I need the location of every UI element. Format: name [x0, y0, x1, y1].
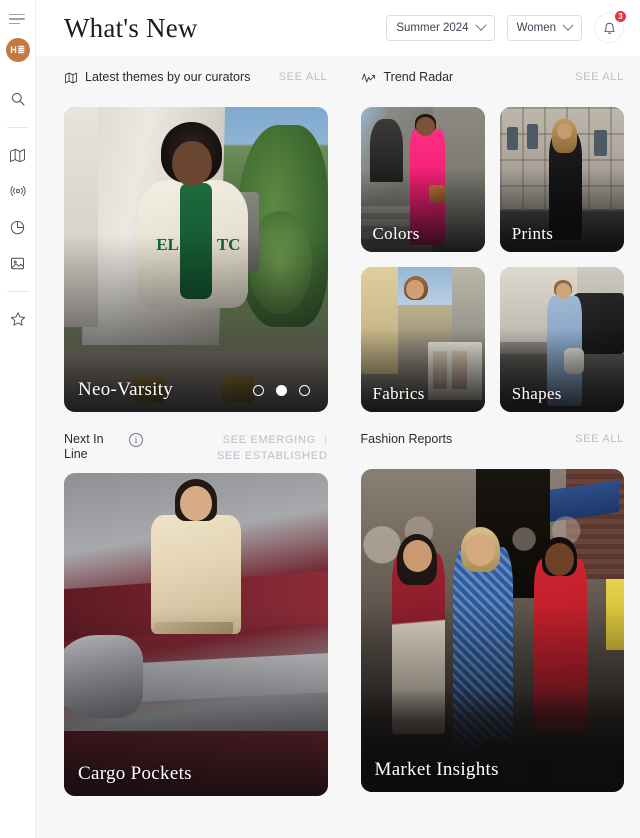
top-grid: Latest themes by our curators SEE ALL Ne… — [64, 70, 624, 412]
carousel-dots — [252, 385, 310, 396]
sidebar: H ≣ — [0, 0, 36, 838]
sidebar-item-favorites[interactable] — [3, 304, 33, 334]
link-divider: | — [323, 434, 328, 446]
chevron-down-icon — [562, 19, 574, 31]
next-in-line-card[interactable]: Cargo Pockets — [64, 473, 328, 796]
section-title: Fashion Reports — [360, 432, 453, 446]
pie-chart-icon — [9, 219, 26, 236]
trend-card-fabrics[interactable]: Fabrics — [360, 267, 485, 412]
season-select[interactable]: Summer 2024 — [386, 15, 495, 41]
sidebar-item-search[interactable] — [3, 84, 33, 114]
bottom-grid: Next In Line i SEE EMERGING | SEE ESTABL… — [64, 432, 624, 796]
trend-card-prints[interactable]: Prints — [499, 107, 624, 252]
main-area: What's New Summer 2024 Women 3 Latest th… — [36, 0, 640, 838]
fashion-reports-caption: Market Insights — [374, 759, 499, 780]
trend-card-caption: Colors — [372, 224, 420, 243]
trend-radar-grid: Colors Prints Fabrics Shapes — [360, 107, 624, 412]
next-in-line-header: Next In Line i SEE EMERGING | SEE ESTABL… — [64, 432, 328, 464]
trend-card-shapes[interactable]: Shapes — [499, 267, 624, 412]
map-icon — [64, 71, 78, 85]
image-icon — [9, 255, 26, 272]
section-fashion-reports: Fashion Reports SEE ALL Market Insights — [360, 432, 625, 796]
search-icon — [10, 91, 26, 107]
carousel-dot-3[interactable] — [298, 385, 310, 396]
chevron-down-icon — [474, 19, 487, 31]
next-in-line-caption: Cargo Pockets — [78, 763, 192, 784]
fashion-reports-card[interactable]: Market Insights — [360, 469, 624, 792]
avatar-initials: H — [10, 45, 17, 55]
sidebar-item-map[interactable] — [3, 140, 33, 170]
trend-card-colors[interactable]: Colors — [360, 107, 485, 252]
see-emerging-link[interactable]: SEE EMERGING — [223, 432, 316, 448]
sidebar-divider-bottom — [6, 291, 29, 292]
notification-badge: 3 — [614, 10, 627, 23]
trend-card-caption: Prints — [511, 224, 554, 243]
hamburger-menu-icon[interactable] — [8, 10, 27, 28]
section-next-in-line: Next In Line i SEE EMERGING | SEE ESTABL… — [64, 432, 328, 796]
section-title: Trend Radar — [383, 70, 454, 84]
trend-radar-header: Trend Radar SEE ALL — [361, 70, 625, 98]
carousel-dot-2[interactable] — [275, 385, 287, 396]
header-controls: Summer 2024 Women 3 — [386, 10, 627, 43]
section-title: Latest themes by our curators — [85, 70, 251, 84]
hero-theme-card[interactable]: EL TC Neo-Varsity — [64, 107, 328, 412]
see-all-link-trend-radar[interactable]: SEE ALL — [575, 70, 624, 83]
gender-select[interactable]: Women — [506, 15, 582, 41]
trend-card-caption: Fabrics — [372, 384, 425, 403]
avatar-mark: ≣ — [17, 44, 25, 55]
sidebar-divider-top — [6, 127, 29, 128]
notifications-button[interactable]: 3 — [594, 10, 627, 43]
sidebar-item-radar[interactable] — [3, 176, 33, 206]
see-all-link-fashion-reports[interactable]: SEE ALL — [575, 432, 624, 445]
hero-card-caption: Neo-Varsity — [78, 379, 174, 400]
radar-broadcast-icon — [9, 182, 27, 200]
page-title: What's New — [64, 12, 198, 43]
info-icon[interactable]: i — [129, 433, 143, 447]
section-trend-radar: Trend Radar SEE ALL Colors Prints Fabric… — [360, 70, 625, 412]
season-select-value: Summer 2024 — [396, 22, 469, 34]
sidebar-item-images[interactable] — [3, 248, 33, 278]
map-icon — [9, 147, 26, 164]
gender-select-value: Women — [516, 22, 556, 34]
content-area: Latest themes by our curators SEE ALL Ne… — [36, 56, 640, 838]
carousel-dot-1[interactable] — [252, 385, 264, 396]
fashion-reports-header: Fashion Reports SEE ALL — [361, 432, 625, 460]
star-icon — [9, 310, 27, 328]
trend-card-caption: Shapes — [511, 384, 562, 403]
sidebar-item-analytics[interactable] — [3, 212, 33, 242]
avatar[interactable]: H ≣ — [5, 38, 30, 62]
section-latest-themes: Latest themes by our curators SEE ALL Ne… — [64, 70, 328, 412]
section-title: Next In Line — [64, 432, 104, 461]
activity-pulse-icon — [361, 71, 377, 85]
see-all-link-themes[interactable]: SEE ALL — [279, 70, 328, 83]
latest-themes-header: Latest themes by our curators SEE ALL — [64, 70, 328, 98]
see-established-link[interactable]: SEE ESTABLISHED — [217, 448, 328, 464]
next-in-line-links: SEE EMERGING | SEE ESTABLISHED — [168, 432, 328, 464]
app-header: What's New Summer 2024 Women 3 — [36, 0, 640, 56]
